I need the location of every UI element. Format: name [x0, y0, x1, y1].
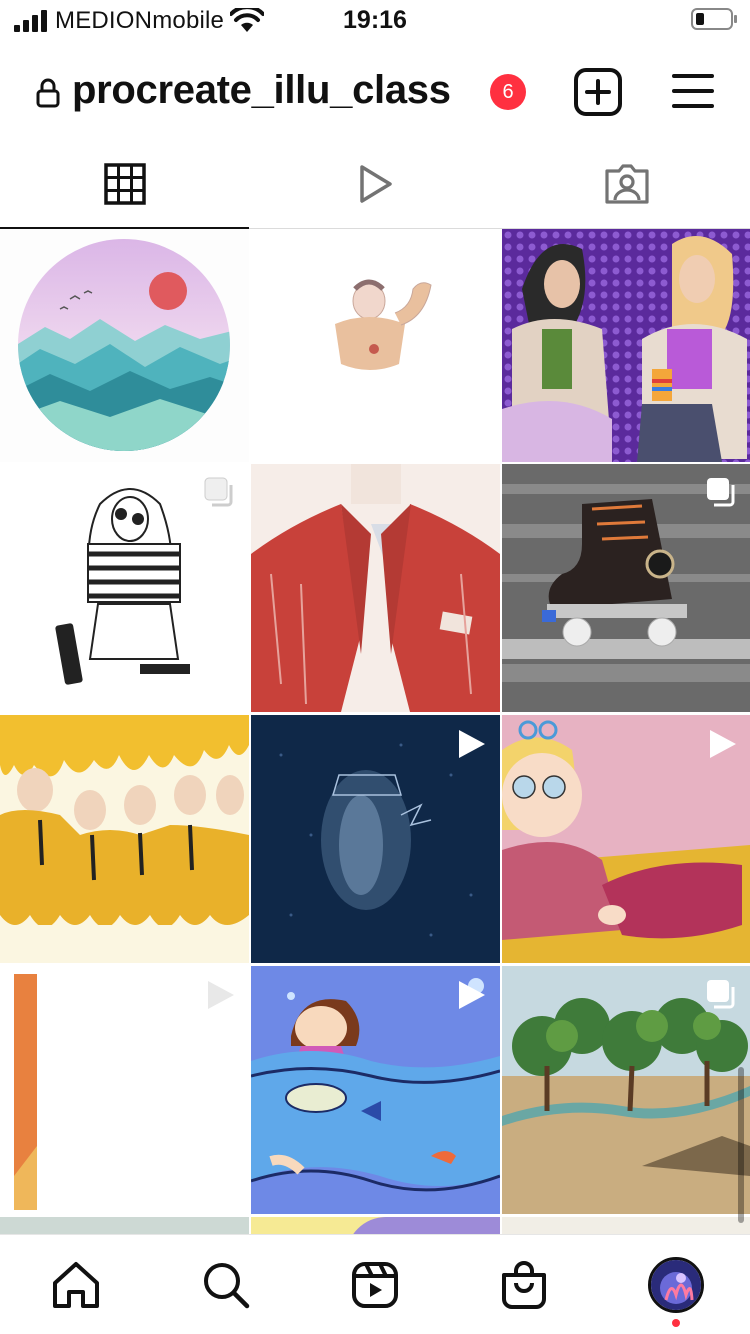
- create-post-button[interactable]: [574, 68, 622, 116]
- profile-tabs: [0, 140, 750, 230]
- post-tile[interactable]: [251, 966, 500, 1214]
- post-tile[interactable]: [0, 464, 249, 712]
- notification-count-badge[interactable]: 6: [490, 74, 526, 110]
- battery-icon: [691, 8, 737, 30]
- post-tile[interactable]: [0, 229, 249, 462]
- plus-icon: [585, 79, 611, 105]
- post-tile[interactable]: [0, 715, 249, 963]
- profile-avatar[interactable]: [648, 1257, 704, 1313]
- post-image: [0, 229, 249, 462]
- post-tile[interactable]: [251, 464, 500, 712]
- clock: 19:16: [343, 6, 407, 34]
- post-tile[interactable]: [0, 1217, 249, 1234]
- post-image: [502, 229, 750, 462]
- post-tile[interactable]: [251, 1217, 500, 1234]
- carousel-icon: [204, 477, 233, 507]
- reel-play-icon: [459, 981, 485, 1009]
- post-tile[interactable]: [502, 464, 750, 712]
- post-tile[interactable]: [251, 715, 500, 963]
- reel-play-icon: [459, 244, 485, 272]
- activity-dot: [672, 1319, 680, 1327]
- carousel-icon: [707, 980, 735, 1009]
- post-tile[interactable]: [502, 715, 750, 963]
- post-tile[interactable]: [0, 966, 249, 1214]
- avatar-image: [651, 1260, 701, 1310]
- home-icon[interactable]: [50, 1259, 102, 1311]
- grid-icon: [104, 163, 146, 205]
- bottom-navigation: [0, 1234, 750, 1334]
- carousel-icon: [707, 478, 735, 507]
- post-image: [0, 715, 249, 963]
- tab-reels[interactable]: [250, 140, 500, 229]
- post-tile[interactable]: [502, 229, 750, 462]
- scrollbar[interactable]: [738, 1067, 744, 1223]
- reel-play-icon: [208, 981, 234, 1009]
- post-image: [251, 464, 500, 712]
- tab-posts[interactable]: [0, 140, 250, 230]
- shop-icon[interactable]: [498, 1259, 550, 1311]
- account-username[interactable]: procreate_illu_class: [72, 68, 451, 113]
- reel-play-icon: [710, 730, 736, 758]
- post-tile[interactable]: [502, 1217, 750, 1234]
- status-bar: MEDIONmobile 19:16: [0, 0, 750, 44]
- post-tile[interactable]: [502, 966, 750, 1214]
- reels-icon[interactable]: [349, 1259, 401, 1311]
- menu-hamburger-icon[interactable]: [672, 72, 716, 112]
- post-grid: [0, 229, 750, 1234]
- lock-icon: [36, 78, 60, 108]
- reel-play-icon: [459, 730, 485, 758]
- post-tile[interactable]: [251, 229, 500, 462]
- profile-header: procreate_illu_class 6: [0, 60, 750, 130]
- tab-tagged[interactable]: [500, 140, 750, 229]
- search-icon[interactable]: [200, 1259, 252, 1311]
- tagged-person-icon: [605, 164, 649, 204]
- play-icon: [360, 165, 392, 203]
